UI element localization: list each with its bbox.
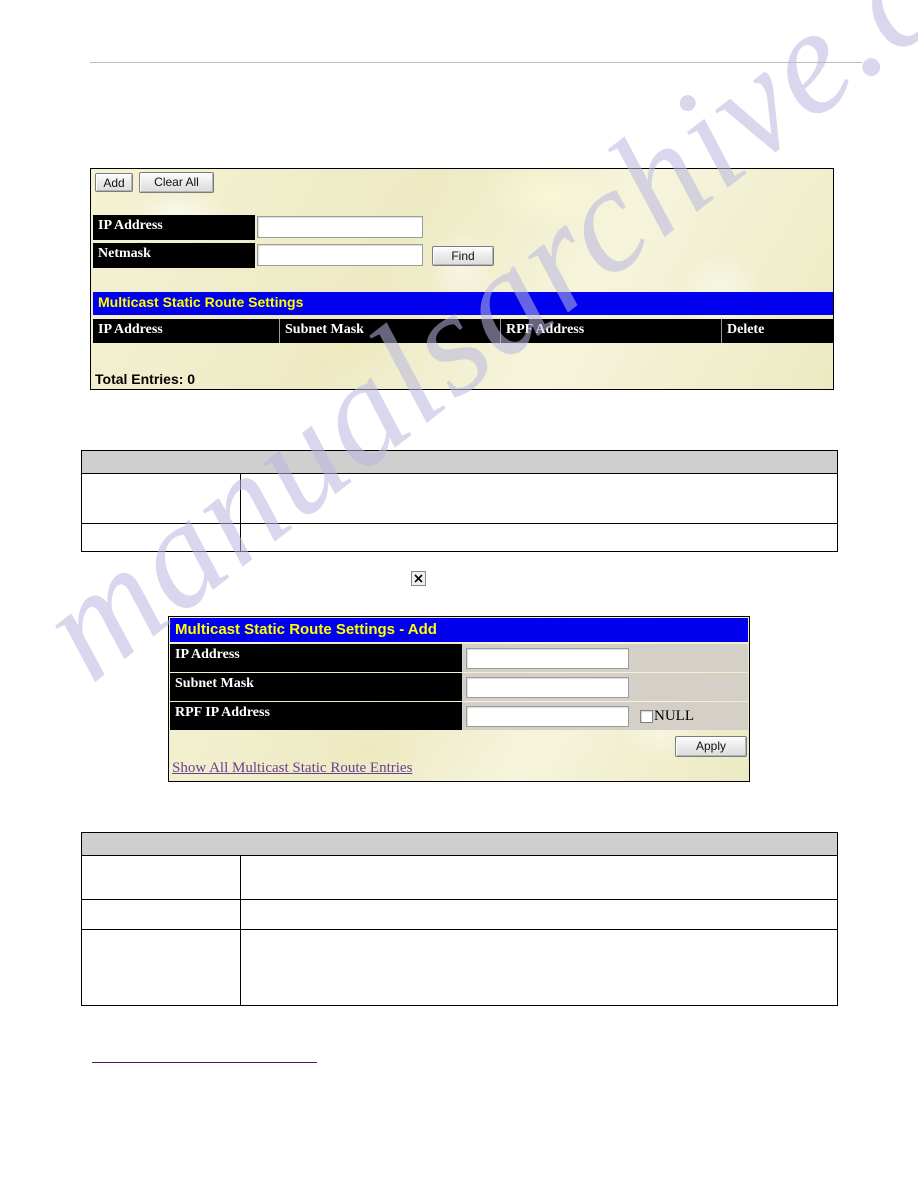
column-header-rpf-address: RPF Address bbox=[500, 319, 721, 343]
netmask-input[interactable] bbox=[257, 244, 423, 266]
add-ip-address-input[interactable] bbox=[465, 647, 629, 669]
table-header-cell bbox=[81, 832, 838, 856]
page-header-rule bbox=[90, 62, 862, 63]
add-subnet-mask-field-wrap bbox=[462, 673, 632, 701]
add-ip-address-field-wrap bbox=[462, 644, 632, 672]
footer-link[interactable] bbox=[92, 1048, 317, 1063]
parameter-cell bbox=[81, 929, 241, 1006]
table-row bbox=[81, 473, 838, 524]
ip-address-input[interactable] bbox=[257, 216, 423, 238]
add-rpf-ip-address-field-wrap bbox=[462, 702, 632, 730]
description-cell bbox=[240, 523, 838, 552]
null-checkbox[interactable] bbox=[640, 709, 653, 723]
add-panel-title: Multicast Static Route Settings - Add bbox=[170, 618, 748, 642]
description-cell bbox=[240, 899, 838, 930]
add-row-rpf-ip-address: RPF IP Address NULL bbox=[170, 702, 748, 730]
broken-image-icon bbox=[411, 571, 426, 586]
table-header-row bbox=[81, 450, 838, 474]
netmask-label: Netmask bbox=[93, 243, 255, 268]
add-row-ip-address: IP Address bbox=[170, 644, 748, 672]
add-button[interactable]: Add bbox=[95, 173, 133, 192]
null-checkbox-label: NULL bbox=[654, 707, 694, 724]
table-row bbox=[81, 899, 838, 930]
description-cell bbox=[240, 929, 838, 1006]
find-button[interactable]: Find bbox=[432, 246, 494, 266]
ip-address-label: IP Address bbox=[93, 215, 255, 240]
parameter-cell bbox=[81, 473, 241, 524]
table-row bbox=[81, 929, 838, 1006]
parameter-description-table-1 bbox=[81, 450, 838, 552]
table-header-row bbox=[81, 832, 838, 856]
column-header-subnet-mask: Subnet Mask bbox=[279, 319, 500, 343]
table-header-cell bbox=[81, 450, 838, 474]
table-row bbox=[81, 855, 838, 900]
column-header-delete: Delete bbox=[721, 319, 833, 343]
add-ip-address-extra bbox=[632, 644, 748, 672]
add-ip-address-label: IP Address bbox=[170, 644, 462, 672]
add-row-subnet-mask: Subnet Mask bbox=[170, 673, 748, 701]
multicast-static-route-add-panel: Multicast Static Route Settings - Add IP… bbox=[168, 616, 750, 782]
table-row bbox=[81, 523, 838, 552]
show-all-multicast-static-route-entries-link[interactable]: Show All Multicast Static Route Entries bbox=[172, 760, 412, 777]
add-rpf-ip-address-label: RPF IP Address bbox=[170, 702, 462, 730]
description-cell bbox=[240, 473, 838, 524]
multicast-static-route-search-panel: Add Clear All IP Address Netmask Find Mu… bbox=[90, 168, 834, 390]
parameter-description-table-2 bbox=[81, 832, 838, 1006]
multicast-static-route-settings-title: Multicast Static Route Settings bbox=[93, 292, 833, 315]
route-table-header-row: IP Address Subnet Mask RPF Address Delet… bbox=[93, 319, 833, 343]
clear-all-button[interactable]: Clear All bbox=[139, 172, 214, 193]
add-subnet-mask-extra bbox=[632, 673, 748, 701]
add-subnet-mask-label: Subnet Mask bbox=[170, 673, 462, 701]
parameter-cell bbox=[81, 855, 241, 900]
add-rpf-ip-address-input[interactable] bbox=[465, 705, 629, 727]
total-entries-label: Total Entries: 0 bbox=[95, 371, 196, 387]
parameter-cell bbox=[81, 523, 241, 552]
description-cell bbox=[240, 855, 838, 900]
add-rpf-null-option[interactable]: NULL bbox=[632, 702, 748, 730]
column-header-ip-address: IP Address bbox=[93, 319, 279, 343]
add-subnet-mask-input[interactable] bbox=[465, 676, 629, 698]
parameter-cell bbox=[81, 899, 241, 930]
apply-button[interactable]: Apply bbox=[675, 736, 747, 757]
